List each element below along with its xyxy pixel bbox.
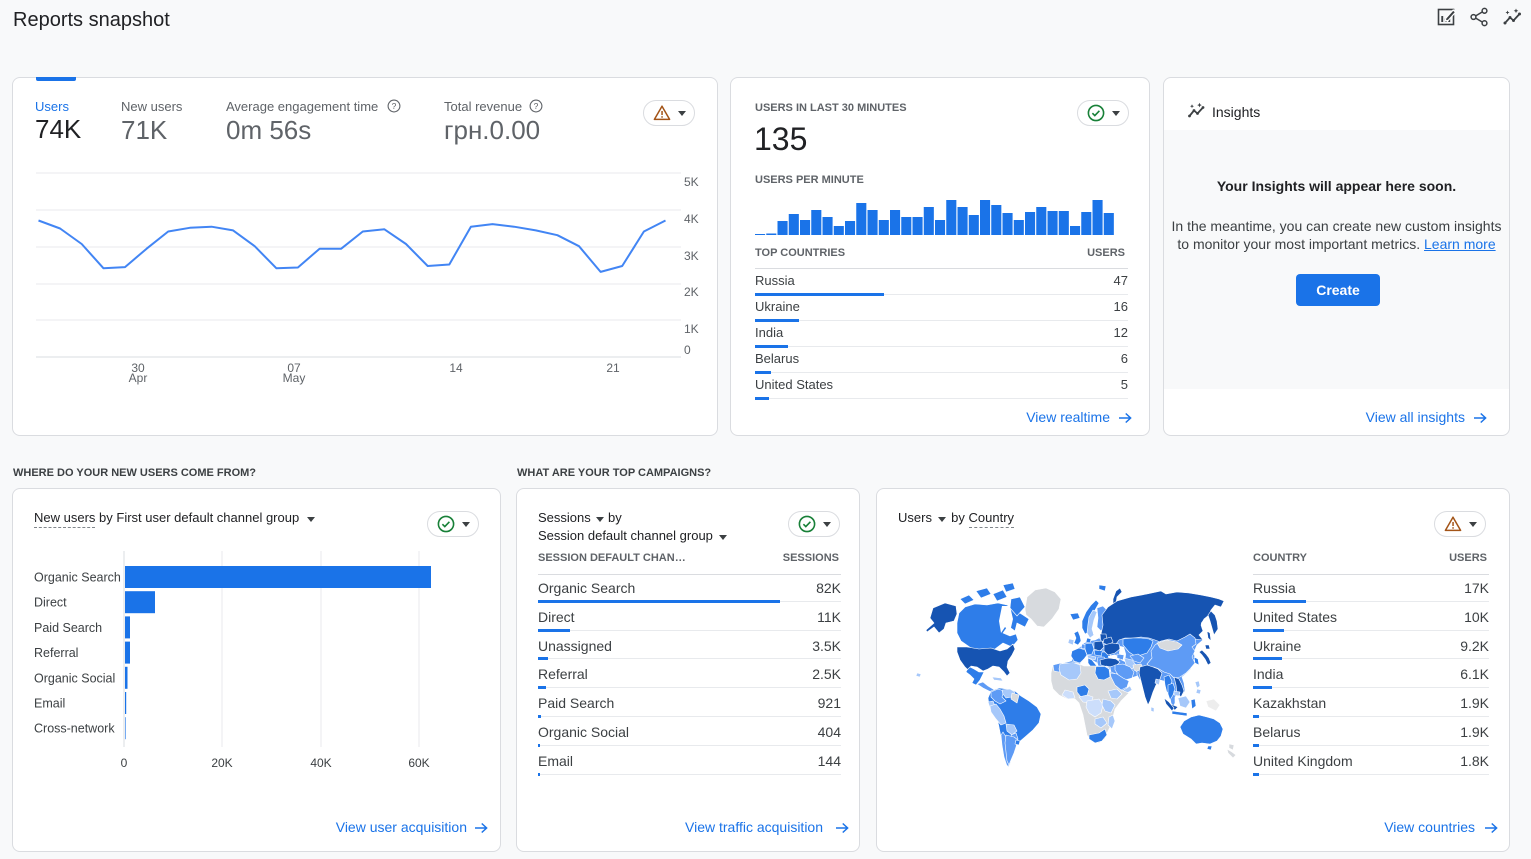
svg-text:60K: 60K [408,756,429,770]
svg-text:14: 14 [449,361,463,375]
svg-text:?: ? [392,101,397,111]
svg-text:40K: 40K [310,756,331,770]
svg-text:?: ? [534,101,539,111]
svg-text:Email: Email [34,697,65,711]
svg-text:Cross-network: Cross-network [34,722,115,736]
svg-text:4K: 4K [684,212,699,226]
svg-text:May: May [283,371,306,385]
svg-text:Organic Search: Organic Search [34,571,121,585]
svg-text:0: 0 [121,756,128,770]
svg-text:Referral: Referral [34,646,78,660]
svg-text:Apr: Apr [129,371,148,385]
svg-text:20K: 20K [211,756,232,770]
svg-text:Paid Search: Paid Search [34,621,102,635]
svg-text:0: 0 [684,343,691,357]
svg-text:2K: 2K [684,285,699,299]
svg-text:Direct: Direct [34,596,67,610]
svg-text:Organic Social: Organic Social [34,671,115,685]
svg-text:5K: 5K [684,175,699,189]
svg-text:1K: 1K [684,322,699,336]
svg-text:3K: 3K [684,249,699,263]
svg-text:21: 21 [606,361,620,375]
